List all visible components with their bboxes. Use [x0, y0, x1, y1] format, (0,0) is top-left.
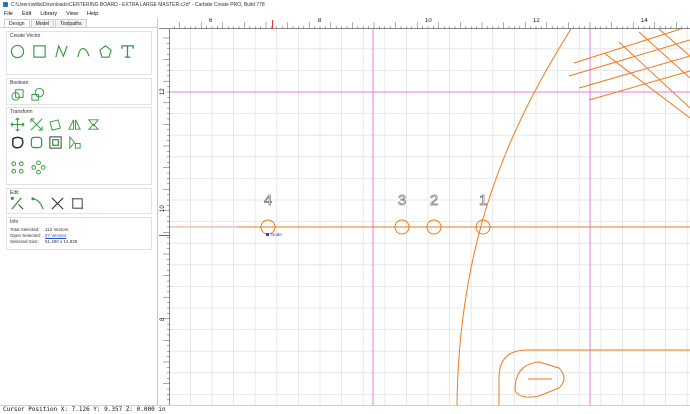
boolean-union-icon[interactable]: [10, 87, 25, 102]
edit-group: Edit: [6, 188, 152, 214]
create-vector-group: Create Vector: [6, 31, 152, 75]
ruler-left-label-12: 12: [160, 88, 166, 95]
align-icon[interactable]: [48, 135, 63, 150]
transform-group: Transform: [6, 107, 152, 185]
cut-icon[interactable]: [50, 196, 65, 211]
boolean-title: Boolean: [10, 80, 29, 86]
hatch-pattern: [568, 25, 690, 119]
polyline-icon[interactable]: [54, 44, 69, 59]
menu-file[interactable]: File: [4, 11, 13, 17]
title-bar: C:\Users\willa\Downloads\CENTERING BOARD…: [0, 0, 690, 9]
flip-icon[interactable]: [86, 117, 101, 132]
transform-title: Transform: [10, 109, 33, 115]
menu-edit[interactable]: Edit: [22, 11, 31, 17]
ruler-left-label-10: 10: [160, 205, 166, 212]
tab-design[interactable]: Design: [4, 19, 30, 27]
rotate-icon[interactable]: [48, 117, 63, 132]
design-canvas[interactable]: 4 3 2 1 Node 6 8 10 12 14 12 10 8: [159, 18, 690, 405]
grid-array-icon[interactable]: [31, 160, 46, 175]
open-selected-link[interactable]: 57 Vectors: [45, 233, 66, 238]
selected-size-label: Selected Size:: [10, 239, 39, 244]
open-selected-row: Open Selected: 57 Vectors: [10, 233, 66, 238]
tab-toolpaths[interactable]: Toolpaths: [55, 19, 87, 27]
rectangle-icon[interactable]: [32, 44, 47, 59]
marker-label-2: 2: [430, 192, 438, 209]
left-panel: Design Model Toolpaths Create Vector Boo…: [0, 18, 158, 405]
canvas-drawing[interactable]: 4 3 2 1 Node: [159, 18, 690, 405]
fillet-icon[interactable]: [29, 135, 44, 150]
marker-label-1: 1: [479, 192, 487, 209]
create-vector-title: Create Vector: [10, 33, 41, 39]
info-group: Info Total Selected: 112 Vectors Open Se…: [6, 217, 152, 250]
ruler-left-cursor-marker: [159, 235, 170, 236]
marker-label-4: 4: [264, 192, 272, 209]
move-icon[interactable]: [10, 117, 25, 132]
node-label: Node: [271, 232, 282, 237]
polygon-icon[interactable]: [98, 44, 113, 59]
marker-label-3: 3: [398, 192, 406, 209]
ruler-top-label-10: 10: [425, 18, 432, 24]
boolean-subtract-icon[interactable]: [30, 87, 45, 102]
window-title: C:\Users\willa\Downloads\CENTERING BOARD…: [11, 1, 265, 8]
grid-lines: [170, 29, 690, 405]
menu-view[interactable]: View: [66, 11, 78, 17]
total-selected-row: Total Selected: 112 Vectors: [10, 227, 68, 232]
selected-size-row: Selected Size: 51.490 x 14.839: [10, 239, 77, 244]
selected-size-value: 51.490 x 14.839: [45, 239, 78, 244]
ruler-top-label-6: 6: [209, 18, 213, 24]
tab-model[interactable]: Model: [30, 19, 55, 27]
info-title: Info: [10, 219, 19, 225]
node-edit-icon[interactable]: [10, 196, 25, 211]
text-icon[interactable]: [120, 44, 135, 59]
boolean-group: Boolean: [6, 78, 152, 105]
ruler-top: 6 8 10 12 14: [159, 18, 690, 29]
total-selected-label: Total Selected:: [10, 227, 40, 232]
status-bar: Cursor Position X: 7.126 Y: 9.357 Z: 0.0…: [0, 405, 690, 414]
cursor-position: Cursor Position X: 7.126 Y: 9.357 Z: 0.0…: [3, 406, 166, 413]
ruler-left: 12 10 8: [159, 29, 170, 405]
circular-array-icon[interactable]: [10, 160, 25, 175]
array-icon[interactable]: [67, 135, 82, 150]
bottom-cutout: [514, 361, 565, 398]
join-icon[interactable]: [70, 196, 85, 211]
scale-icon[interactable]: [29, 117, 44, 132]
offset-icon[interactable]: [10, 135, 25, 150]
menu-bar: File Edit Library View Help: [0, 9, 690, 18]
total-selected-value: 112 Vectors: [45, 227, 69, 232]
open-selected-label: Open Selected:: [10, 233, 42, 238]
panel-tabs: Design Model Toolpaths: [0, 18, 157, 28]
app-icon: [3, 2, 8, 7]
circle-icon[interactable]: [10, 44, 25, 59]
menu-help[interactable]: Help: [87, 11, 98, 17]
menu-library[interactable]: Library: [40, 11, 57, 17]
trim-icon[interactable]: [30, 196, 45, 211]
ruler-top-label-14: 14: [641, 18, 648, 24]
ruler-top-cursor-marker: [272, 20, 273, 29]
mirror-icon[interactable]: [67, 117, 82, 132]
ruler-left-label-8: 8: [160, 317, 166, 321]
ruler-top-label-12: 12: [533, 18, 540, 24]
ruler-top-label-8: 8: [318, 18, 322, 24]
curve-icon[interactable]: [76, 44, 91, 59]
node-handle: [266, 233, 269, 236]
